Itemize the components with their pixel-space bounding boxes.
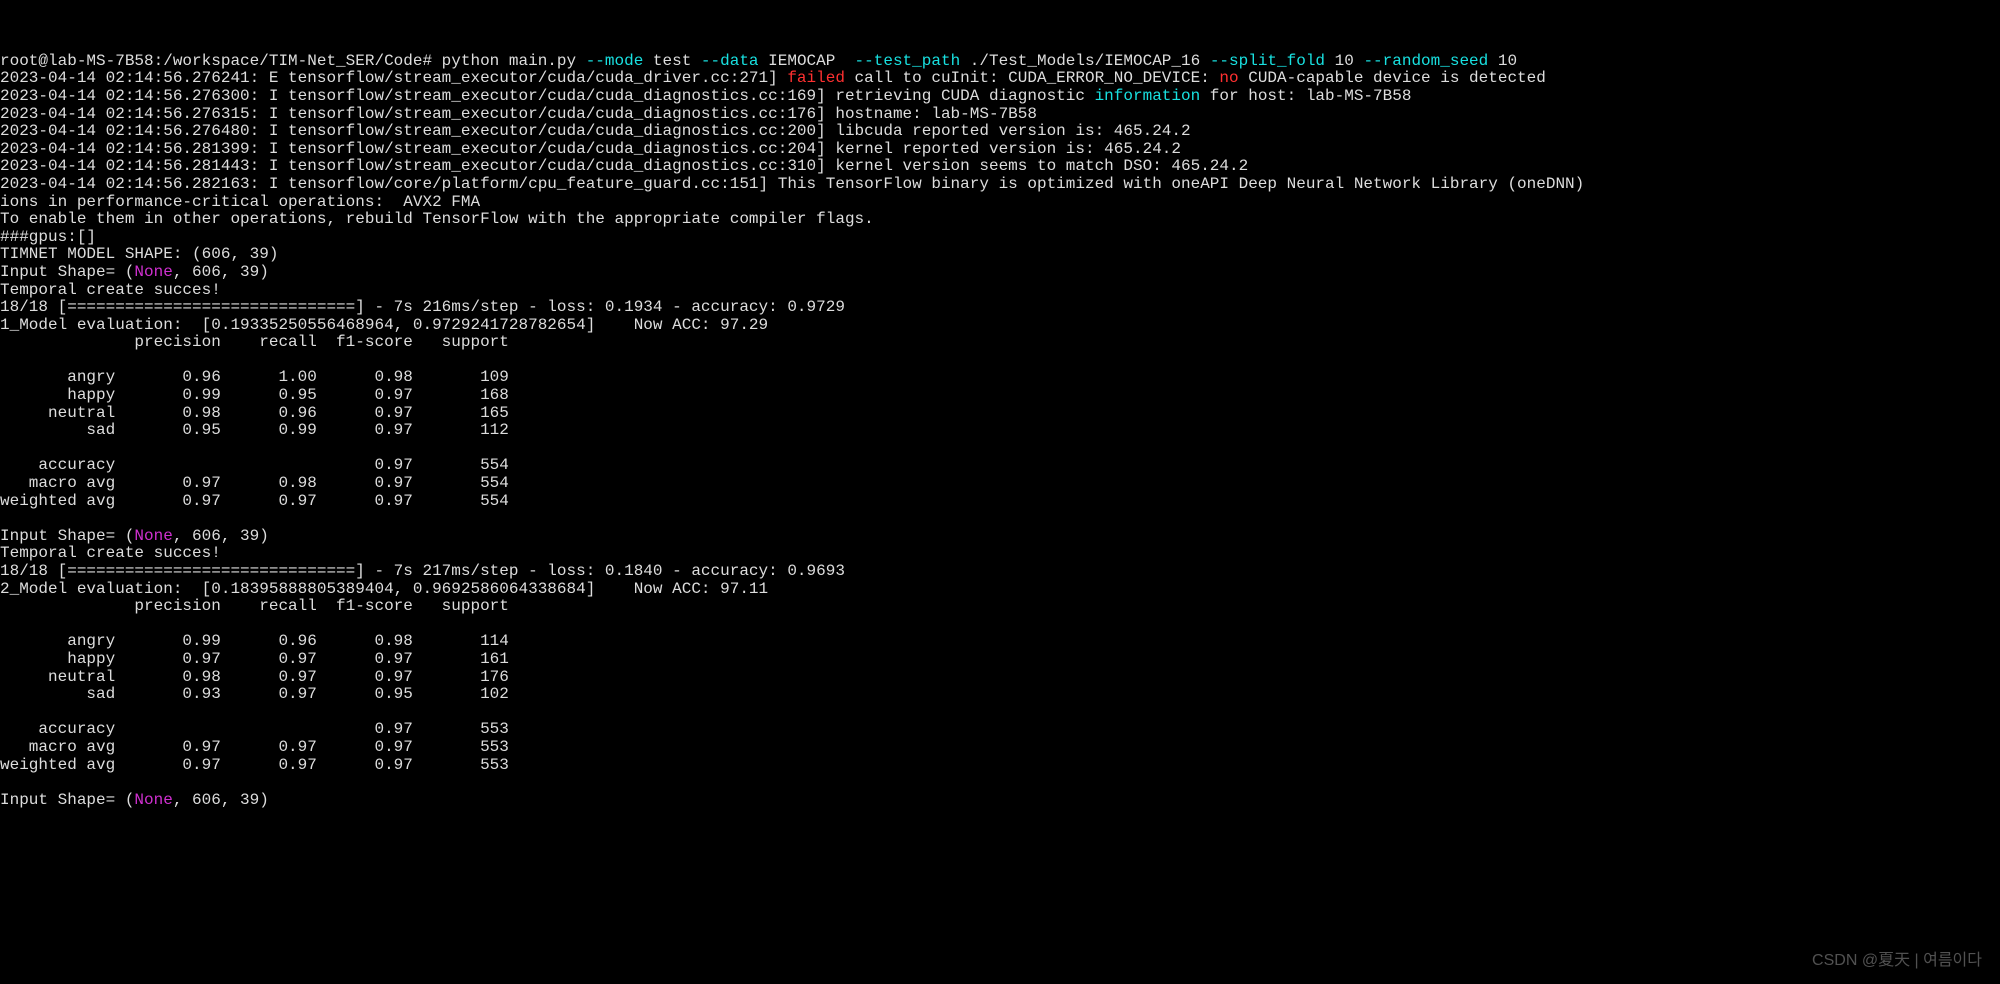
log-line: 2023-04-14 02:14:56.281399: I tensorflow…	[0, 140, 1181, 158]
eval-line: 1_Model evaluation: [0.19335250556468964…	[0, 316, 768, 334]
none-token: None	[134, 263, 172, 281]
none-token: None	[134, 527, 172, 545]
report-row: happy 0.99 0.95 0.97 168	[0, 386, 509, 404]
flag-test-path: --test_path	[855, 52, 961, 70]
watermark: CSDN @夏天 | 여름이다	[1812, 952, 1982, 970]
temporal-create: Temporal create succes!	[0, 544, 221, 562]
report-macro: macro avg 0.97 0.97 0.97 553	[0, 738, 509, 756]
log-line: To enable them in other operations, rebu…	[0, 210, 874, 228]
report-row: happy 0.97 0.97 0.97 161	[0, 650, 509, 668]
eval-line: 2_Model evaluation: [0.18395888805389404…	[0, 580, 768, 598]
log-line: 2023-04-14 02:14:56.282163: I tensorflow…	[0, 175, 1594, 193]
report-row: sad 0.95 0.99 0.97 112	[0, 421, 509, 439]
model-shape: TIMNET MODEL SHAPE: (606, 39)	[0, 245, 278, 263]
report-weighted: weighted avg 0.97 0.97 0.97 554	[0, 492, 509, 510]
report-accuracy: accuracy 0.97 554	[0, 456, 509, 474]
log-line: 2023-04-14 02:14:56.276315: I tensorflow…	[0, 105, 1037, 123]
error-token: failed	[787, 69, 845, 87]
report-weighted: weighted avg 0.97 0.97 0.97 553	[0, 756, 509, 774]
temporal-create: Temporal create succes!	[0, 281, 221, 299]
error-token: no	[1219, 69, 1238, 87]
log-line: 2023-04-14 02:14:56.276300: I tensorflow…	[0, 87, 1095, 105]
progress-bar: 18/18 [==============================] -…	[0, 298, 845, 316]
progress-bar: 18/18 [==============================] -…	[0, 562, 845, 580]
report-row: neutral 0.98 0.96 0.97 165	[0, 404, 509, 422]
report-header: precision recall f1-score support	[0, 333, 509, 351]
input-shape: Input Shape= (	[0, 263, 134, 281]
log-line: 2023-04-14 02:14:56.276480: I tensorflow…	[0, 122, 1191, 140]
report-row: neutral 0.98 0.97 0.97 176	[0, 668, 509, 686]
info-token: information	[1095, 87, 1201, 105]
cmd: python main.py	[442, 52, 586, 70]
flag-mode: --mode	[586, 52, 644, 70]
flag-data: --data	[701, 52, 759, 70]
input-shape: Input Shape= (	[0, 791, 134, 809]
shell-prompt: root@lab-MS-7B58:/workspace/TIM-Net_SER/…	[0, 52, 442, 70]
report-row: angry 0.96 1.00 0.98 109	[0, 368, 509, 386]
report-macro: macro avg 0.97 0.98 0.97 554	[0, 474, 509, 492]
log-line: ions in performance-critical operations:…	[0, 193, 480, 211]
terminal-output[interactable]: root@lab-MS-7B58:/workspace/TIM-Net_SER/…	[0, 53, 2000, 810]
gpus-line: ###gpus:[]	[0, 228, 96, 246]
flag-random-seed: --random_seed	[1363, 52, 1488, 70]
log-line: 2023-04-14 02:14:56.276241: E tensorflow…	[0, 69, 787, 87]
report-accuracy: accuracy 0.97 553	[0, 720, 509, 738]
flag-split-fold: --split_fold	[1210, 52, 1325, 70]
input-shape: Input Shape= (	[0, 527, 134, 545]
report-row: angry 0.99 0.96 0.98 114	[0, 632, 509, 650]
log-line: 2023-04-14 02:14:56.281443: I tensorflow…	[0, 157, 1248, 175]
report-header: precision recall f1-score support	[0, 597, 509, 615]
report-row: sad 0.93 0.97 0.95 102	[0, 685, 509, 703]
none-token: None	[134, 791, 172, 809]
